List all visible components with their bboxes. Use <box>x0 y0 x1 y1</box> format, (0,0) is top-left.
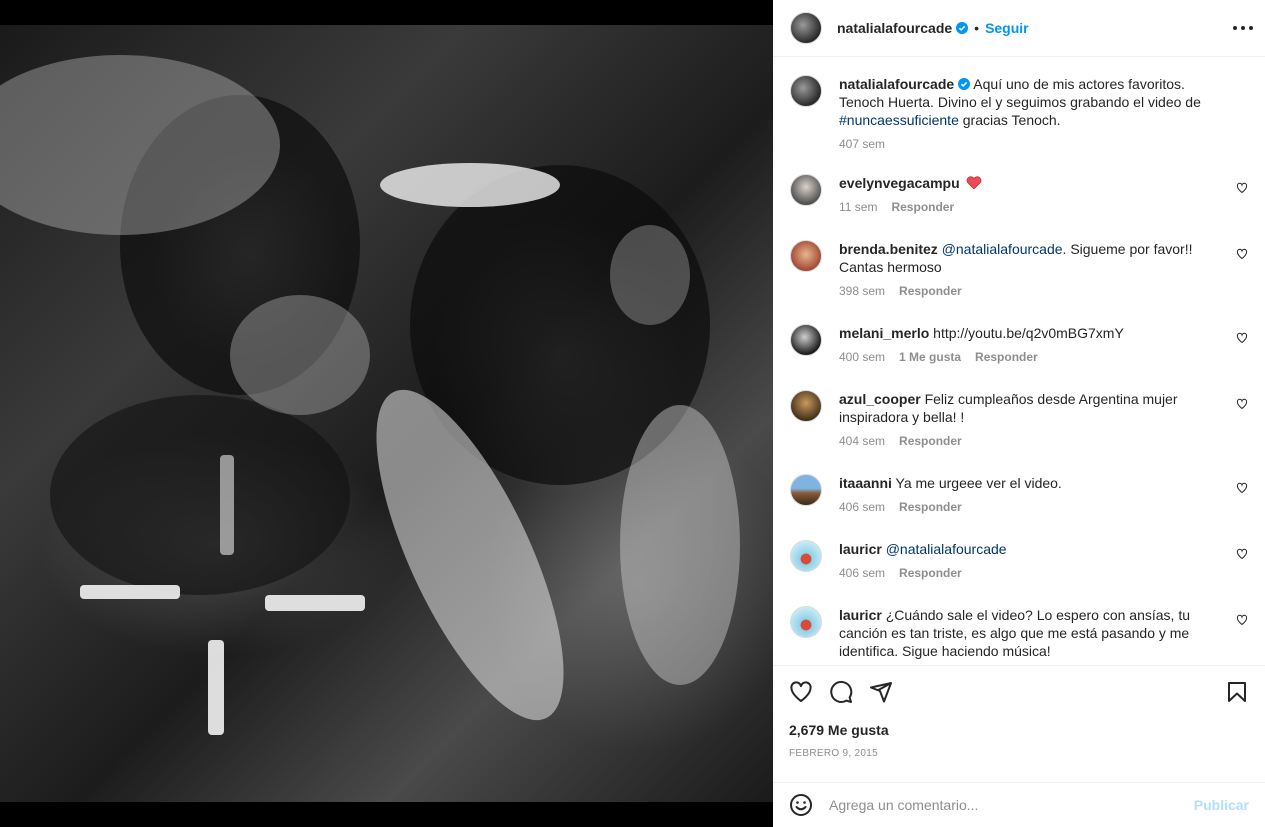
comment-time: 11 sem <box>839 200 878 214</box>
comment-item: lauricr @natalialafourcade 406 sem Respo… <box>790 540 1248 580</box>
post-actions: 2,679 Me gusta FEBRERO 9, 2015 <box>773 665 1265 782</box>
reply-button[interactable]: Responder <box>899 434 962 448</box>
comment-input[interactable] <box>829 797 1194 813</box>
commenter-username[interactable]: lauricr <box>839 607 882 623</box>
reply-button[interactable]: Responder <box>899 284 962 298</box>
commenter-username[interactable]: itaaanni <box>839 475 892 491</box>
follow-button[interactable]: Seguir <box>985 20 1029 36</box>
commenter-username[interactable]: evelynvegacampu <box>839 175 960 191</box>
comment-text: brenda.benitez @natalialafourcade. Sigue… <box>839 240 1229 276</box>
comment-item: lauricr ¿Cuándo sale el video? Lo espero… <box>790 606 1248 660</box>
commenter-avatar[interactable] <box>790 174 822 206</box>
like-comment-heart-icon[interactable] <box>1236 182 1248 194</box>
comment-body: ¿Cuándo sale el video? Lo espero con ans… <box>839 607 1191 659</box>
reply-button[interactable]: Responder <box>899 500 962 514</box>
comment-like-count[interactable]: 1 Me gusta <box>899 350 961 364</box>
caption-entry: natalialafourcade Aquí uno de mis actore… <box>790 75 1248 151</box>
verified-badge-icon <box>956 22 969 34</box>
comment-mention[interactable]: @natalialafourcade <box>942 241 1063 257</box>
comment-item: itaaanni Ya me urgeee ver el video. 406 … <box>790 474 1248 514</box>
media-area <box>0 0 773 827</box>
photo-illustration <box>0 55 740 735</box>
comment-body[interactable]: http://youtu.be/q2v0mBG7xmY <box>933 325 1124 341</box>
comment-meta: 406 sem Responder <box>839 500 1248 514</box>
comment-text: lauricr @natalialafourcade <box>839 540 1229 558</box>
comment-text: evelynvegacampu <box>839 174 1229 192</box>
caption-hashtag[interactable]: #nuncaessuficiente <box>839 112 959 128</box>
commenter-avatar[interactable] <box>790 606 822 638</box>
comment-item: melani_merlo http://youtu.be/q2v0mBG7xmY… <box>790 324 1248 364</box>
reply-button[interactable]: Responder <box>899 566 962 580</box>
comment-meta: 406 sem Responder <box>839 566 1248 580</box>
comment-meta: 400 sem 1 Me gusta Responder <box>839 350 1248 364</box>
commenter-username[interactable]: azul_cooper <box>839 391 921 407</box>
reply-button[interactable]: Responder <box>891 200 954 214</box>
comment-text: lauricr ¿Cuándo sale el video? Lo espero… <box>839 606 1229 660</box>
heart-icon[interactable] <box>789 680 813 704</box>
post-date[interactable]: FEBRERO 9, 2015 <box>789 748 878 759</box>
comment-mention[interactable]: @natalialafourcade <box>886 541 1007 557</box>
caption-username[interactable]: natalialafourcade <box>839 76 954 92</box>
comment-icon[interactable] <box>829 680 853 704</box>
like-comment-heart-icon[interactable] <box>1236 332 1248 344</box>
action-icons <box>789 680 893 704</box>
publish-button[interactable]: Publicar <box>1194 797 1249 813</box>
comment-time: 404 sem <box>839 434 886 448</box>
comment-text: melani_merlo http://youtu.be/q2v0mBG7xmY <box>839 324 1229 342</box>
author-avatar[interactable] <box>790 12 822 44</box>
commenter-avatar[interactable] <box>790 324 822 356</box>
caption-meta: 407 sem <box>839 137 1248 151</box>
red-heart-emoji-icon <box>966 176 981 190</box>
author-avatar[interactable] <box>790 75 822 107</box>
post-header: natalialafourcade • Seguir <box>773 0 1265 57</box>
caption-text: natalialafourcade Aquí uno de mis actore… <box>839 75 1229 129</box>
comment-composer: Publicar <box>773 782 1265 827</box>
commenter-avatar[interactable] <box>790 390 822 422</box>
comment-text: azul_cooper Feliz cumpleaños desde Argen… <box>839 390 1229 426</box>
like-comment-heart-icon[interactable] <box>1236 248 1248 260</box>
emoji-icon[interactable] <box>789 793 813 817</box>
caption-suffix: gracias Tenoch. <box>958 112 1061 128</box>
like-comment-heart-icon[interactable] <box>1236 482 1248 494</box>
verified-badge-icon <box>958 78 971 90</box>
bookmark-icon[interactable] <box>1225 680 1249 704</box>
commenter-avatar[interactable] <box>790 240 822 272</box>
like-comment-heart-icon[interactable] <box>1236 548 1248 560</box>
comment-item: evelynvegacampu 11 sem Responder <box>790 174 1248 214</box>
comment-meta: 11 sem Responder <box>839 200 1248 214</box>
comment-time: 406 sem <box>839 500 886 514</box>
comment-time: 406 sem <box>839 566 886 580</box>
caption-time: 407 sem <box>839 137 886 151</box>
commenter-username[interactable]: lauricr <box>839 541 882 557</box>
like-comment-heart-icon[interactable] <box>1236 614 1248 626</box>
comment-meta: 404 sem Responder <box>839 434 1248 448</box>
share-icon[interactable] <box>869 680 893 704</box>
commenter-avatar[interactable] <box>790 474 822 506</box>
comment-item: brenda.benitez @natalialafourcade. Sigue… <box>790 240 1248 298</box>
comment-time: 398 sem <box>839 284 886 298</box>
comment-body: Ya me urgeee ver el video. <box>895 475 1062 491</box>
commenter-username[interactable]: brenda.benitez <box>839 241 938 257</box>
instagram-post-modal: natalialafourcade • Seguir natalialafour… <box>0 0 1265 827</box>
like-comment-heart-icon[interactable] <box>1236 398 1248 410</box>
commenter-username[interactable]: melani_merlo <box>839 325 929 341</box>
comment-text: itaaanni Ya me urgeee ver el video. <box>839 474 1229 492</box>
likes-count[interactable]: 2,679 Me gusta <box>789 722 889 738</box>
post-photo[interactable] <box>0 25 773 802</box>
reply-button[interactable]: Responder <box>975 350 1038 364</box>
author-username[interactable]: natalialafourcade <box>837 20 952 36</box>
separator-dot: • <box>974 20 980 36</box>
comment-time: 400 sem <box>839 350 886 364</box>
comments-list[interactable]: natalialafourcade Aquí uno de mis actore… <box>773 58 1265 665</box>
commenter-avatar[interactable] <box>790 540 822 572</box>
comment-item: azul_cooper Feliz cumpleaños desde Argen… <box>790 390 1248 448</box>
post-side-panel: natalialafourcade • Seguir natalialafour… <box>773 0 1265 827</box>
comment-meta: 398 sem Responder <box>839 284 1248 298</box>
more-options-icon[interactable] <box>1233 18 1253 38</box>
